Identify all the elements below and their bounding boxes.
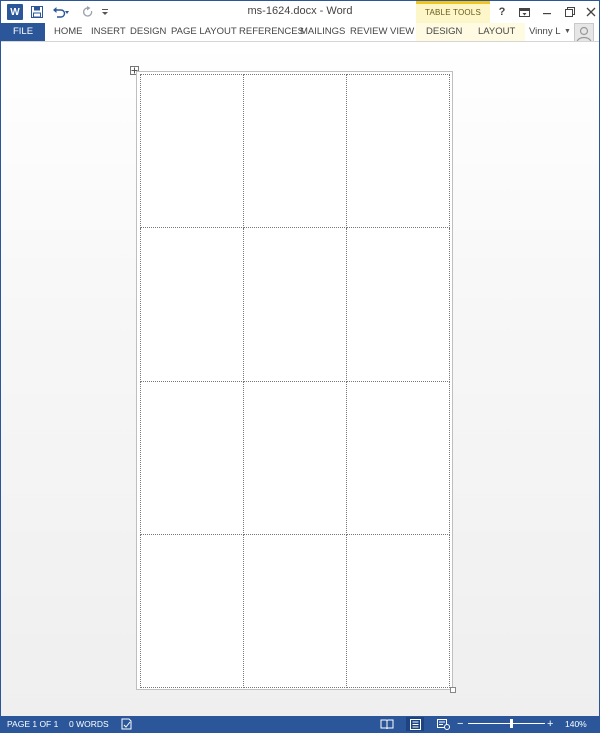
table-cell[interactable]: [346, 227, 450, 382]
table-cell[interactable]: [243, 533, 347, 689]
zoom-level[interactable]: 140%: [565, 716, 587, 732]
proofing-icon[interactable]: [121, 718, 133, 730]
word-window: W ms-1624.docx - Word TABLE TOOLS ? FILE…: [0, 0, 600, 733]
avatar[interactable]: [574, 23, 594, 43]
table-cell[interactable]: [346, 73, 450, 229]
table-cell[interactable]: [140, 380, 244, 535]
tab-view[interactable]: VIEW: [387, 23, 417, 41]
tab-review[interactable]: REVIEW: [347, 23, 390, 41]
web-layout-icon[interactable]: [434, 717, 452, 731]
tab-file[interactable]: FILE: [1, 23, 45, 41]
print-layout-icon[interactable]: [406, 717, 424, 731]
table-resize-handle[interactable]: [450, 687, 456, 693]
chevron-down-icon[interactable]: ▼: [564, 23, 571, 41]
read-mode-icon[interactable]: [378, 717, 396, 731]
table-tools-label: TABLE TOOLS: [416, 1, 490, 23]
page-count[interactable]: PAGE 1 OF 1: [7, 716, 58, 732]
zoom-out-button[interactable]: −: [457, 716, 463, 732]
document-area[interactable]: [1, 42, 599, 716]
table-cell[interactable]: [243, 227, 347, 382]
table-grid[interactable]: [140, 73, 450, 689]
close-icon[interactable]: [581, 3, 600, 21]
restore-icon[interactable]: [560, 3, 580, 21]
table-row: [140, 533, 450, 689]
ribbon-display-options-icon[interactable]: [514, 3, 534, 21]
table-cell[interactable]: [346, 533, 450, 689]
table-cell[interactable]: [243, 380, 347, 535]
tab-mailings[interactable]: MAILINGS: [297, 23, 348, 41]
ribbon-tabs: FILE HOME INSERT DESIGN PAGE LAYOUT REFE…: [1, 23, 599, 43]
table-cell[interactable]: [243, 73, 347, 229]
status-bar: PAGE 1 OF 1 0 WORDS − + 140%: [1, 716, 599, 732]
table-cell[interactable]: [346, 380, 450, 535]
zoom-slider-thumb[interactable]: [510, 719, 513, 728]
tab-design[interactable]: DESIGN: [127, 23, 169, 41]
document-table[interactable]: [136, 71, 453, 690]
minimize-icon[interactable]: [537, 3, 557, 21]
table-row: [140, 380, 450, 535]
tab-page-layout[interactable]: PAGE LAYOUT: [168, 23, 240, 41]
tab-table-layout[interactable]: LAYOUT: [475, 23, 518, 41]
table-cell[interactable]: [140, 227, 244, 382]
zoom-in-button[interactable]: +: [547, 716, 553, 732]
tab-home[interactable]: HOME: [51, 23, 86, 41]
table-cell[interactable]: [140, 73, 244, 229]
tab-table-design[interactable]: DESIGN: [423, 23, 465, 41]
table-row: [140, 227, 450, 382]
tab-insert[interactable]: INSERT: [88, 23, 129, 41]
title-bar: W ms-1624.docx - Word TABLE TOOLS ?: [1, 1, 599, 23]
table-row: [140, 73, 450, 229]
table-cell[interactable]: [140, 533, 244, 689]
zoom-slider[interactable]: [468, 723, 545, 724]
help-button[interactable]: ?: [492, 3, 512, 21]
user-name[interactable]: Vinny L: [529, 23, 561, 41]
word-count[interactable]: 0 WORDS: [69, 716, 109, 732]
